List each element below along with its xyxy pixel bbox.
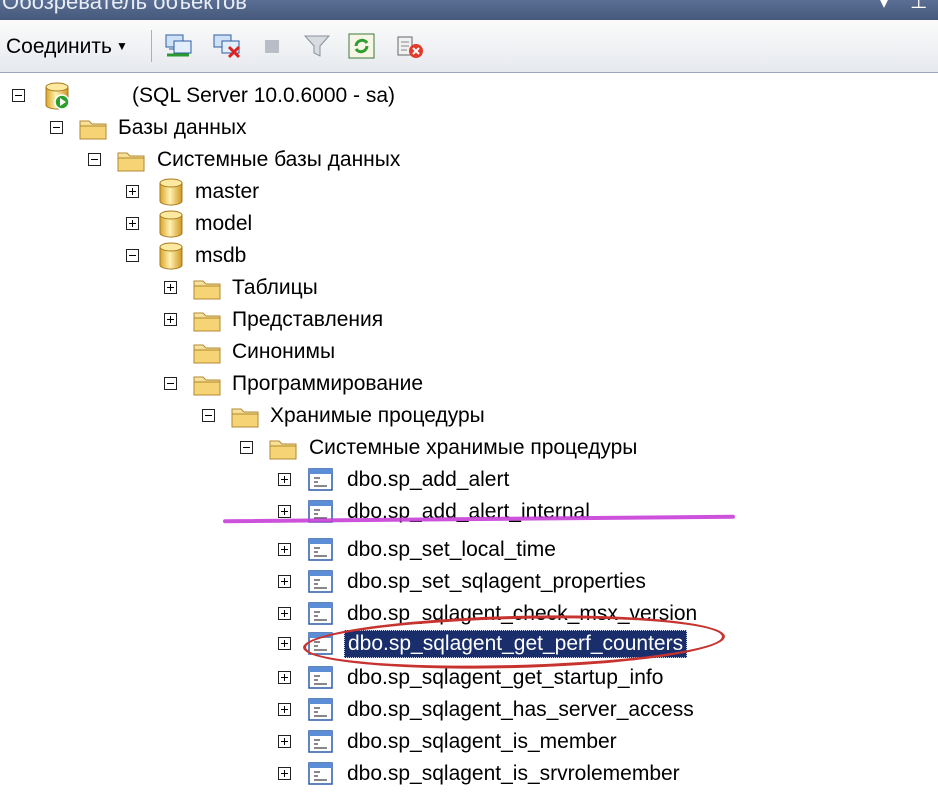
expand-toggle[interactable] bbox=[278, 703, 291, 716]
expand-toggle[interactable] bbox=[278, 671, 291, 684]
procedure-label: dbo.sp_set_local_time bbox=[347, 538, 556, 561]
procedure-label: dbo.sp_sqlagent_is_member bbox=[347, 730, 617, 753]
master-label: master bbox=[195, 180, 260, 203]
procedure-label: dbo.sp_sqlagent_has_server_access bbox=[347, 698, 694, 721]
filter-icon[interactable] bbox=[302, 33, 332, 59]
collapse-toggle[interactable] bbox=[240, 441, 253, 454]
tree-node-procedure[interactable]: dbo.sp_sqlagent_get_startup_info bbox=[0, 663, 720, 693]
expand-toggle[interactable] bbox=[278, 767, 291, 780]
msdb-label: msdb bbox=[195, 244, 247, 267]
tree-node-procedure[interactable]: dbo.sp_add_alert_internal bbox=[0, 497, 720, 527]
system-stored-procedures-label: Системные хранимые процедуры bbox=[309, 436, 638, 459]
stored-procedure-icon bbox=[306, 695, 336, 725]
tree-node-system-databases[interactable]: Системные базы данных bbox=[0, 145, 700, 175]
expand-toggle[interactable] bbox=[278, 637, 291, 650]
toolbar-separator bbox=[151, 30, 152, 62]
database-icon bbox=[156, 241, 186, 271]
collapse-toggle[interactable] bbox=[50, 121, 63, 134]
tree-node-msdb[interactable]: msdb bbox=[0, 241, 700, 271]
stop-refresh-icon[interactable] bbox=[395, 33, 425, 59]
stored-procedures-label: Хранимые процедуры bbox=[270, 404, 485, 427]
tree-node-procedure[interactable]: dbo.sp_sqlagent_is_srvrolemember bbox=[0, 759, 720, 789]
folder-icon bbox=[78, 113, 108, 143]
tree-node-system-stored-procedures[interactable]: Системные хранимые процедуры bbox=[0, 433, 700, 463]
toolbar: Соединить ▼ bbox=[0, 20, 938, 73]
expand-toggle[interactable] bbox=[164, 313, 177, 326]
folder-icon bbox=[192, 369, 222, 399]
tree-node-stored-procedures[interactable]: Хранимые процедуры bbox=[0, 401, 700, 431]
programmability-label: Программирование bbox=[232, 372, 424, 395]
databases-label: Базы данных bbox=[118, 116, 247, 139]
system-databases-label: Системные базы данных bbox=[157, 148, 401, 171]
procedure-label: dbo.sp_add_alert bbox=[347, 468, 510, 491]
connect-object-explorer-icon[interactable] bbox=[164, 33, 194, 59]
connect-button[interactable]: Соединить ▼ bbox=[6, 32, 128, 60]
expand-toggle[interactable] bbox=[278, 735, 291, 748]
collapse-toggle[interactable] bbox=[164, 377, 177, 390]
stored-procedure-icon bbox=[306, 599, 336, 629]
collapse-toggle[interactable] bbox=[126, 249, 139, 262]
dropdown-icon[interactable]: ▾ bbox=[880, 0, 888, 14]
pin-icon[interactable]: ⊥ bbox=[910, 0, 927, 12]
stored-procedure-icon bbox=[306, 465, 336, 495]
database-icon bbox=[156, 177, 186, 207]
expand-toggle[interactable] bbox=[278, 607, 291, 620]
folder-icon bbox=[268, 433, 298, 463]
stored-procedure-icon bbox=[306, 567, 336, 597]
stored-procedure-icon bbox=[306, 535, 336, 565]
folder-icon bbox=[192, 273, 222, 303]
tree-node-procedure[interactable]: dbo.sp_set_local_time bbox=[0, 535, 720, 565]
refresh-icon[interactable] bbox=[347, 33, 377, 59]
server-icon bbox=[42, 81, 70, 110]
tree-node-tables[interactable]: Таблицы bbox=[0, 273, 700, 303]
server-label: (SQL Server 10.0.6000 - sa) bbox=[132, 84, 396, 107]
stored-procedure-icon bbox=[306, 727, 336, 757]
expand-toggle[interactable] bbox=[278, 505, 291, 518]
collapse-toggle[interactable] bbox=[202, 409, 215, 422]
window-title: Обозреватель объектов bbox=[2, 0, 247, 14]
tree-node-server[interactable]: (SQL Server 10.0.6000 - sa) bbox=[0, 81, 700, 111]
model-label: model bbox=[195, 212, 253, 235]
expand-toggle[interactable] bbox=[278, 543, 291, 556]
folder-icon bbox=[230, 401, 260, 431]
synonyms-label: Синонимы bbox=[232, 340, 336, 363]
views-label: Представления bbox=[232, 308, 384, 331]
tree-node-master[interactable]: master bbox=[0, 177, 700, 207]
database-icon bbox=[156, 209, 186, 239]
procedure-label: dbo.sp_set_sqlagent_properties bbox=[347, 570, 646, 593]
tree-node-procedure[interactable]: dbo.sp_sqlagent_has_server_access bbox=[0, 695, 720, 725]
tree-node-model[interactable]: model bbox=[0, 209, 700, 239]
expand-toggle[interactable] bbox=[126, 185, 139, 198]
object-explorer-tree: (SQL Server 10.0.6000 - sa) Базы данных … bbox=[0, 73, 938, 792]
tree-node-procedure[interactable]: dbo.sp_add_alert bbox=[0, 465, 720, 495]
procedure-label: dbo.sp_sqlagent_is_srvrolemember bbox=[347, 762, 680, 785]
collapse-toggle[interactable] bbox=[88, 153, 101, 166]
tree-node-synonyms[interactable]: Синонимы bbox=[0, 337, 700, 367]
tree-node-views[interactable]: Представления bbox=[0, 305, 700, 335]
expand-toggle[interactable] bbox=[126, 217, 139, 230]
collapse-toggle[interactable] bbox=[12, 89, 25, 102]
disconnect-icon[interactable] bbox=[212, 33, 242, 59]
tree-node-databases[interactable]: Базы данных bbox=[0, 113, 700, 143]
expand-toggle[interactable] bbox=[278, 473, 291, 486]
stored-procedure-icon bbox=[306, 663, 336, 693]
tree-node-procedure[interactable]: dbo.sp_set_sqlagent_properties bbox=[0, 567, 720, 597]
stored-procedure-icon bbox=[306, 759, 336, 789]
tree-node-procedure[interactable]: dbo.sp_sqlagent_is_member bbox=[0, 727, 720, 757]
stop-icon[interactable] bbox=[258, 33, 288, 59]
title-bar: Обозреватель объектов ▾ ⊥ bbox=[0, 0, 938, 20]
expand-toggle[interactable] bbox=[278, 575, 291, 588]
tables-label: Таблицы bbox=[232, 276, 318, 299]
tree-node-programmability[interactable]: Программирование bbox=[0, 369, 700, 399]
chevron-down-icon[interactable]: ▼ bbox=[116, 39, 128, 53]
stored-procedure-icon bbox=[306, 497, 336, 527]
expand-toggle[interactable] bbox=[164, 281, 177, 294]
folder-icon bbox=[192, 337, 222, 367]
folder-icon bbox=[116, 145, 146, 175]
folder-icon bbox=[192, 305, 222, 335]
connect-button-label: Соединить bbox=[6, 35, 112, 58]
